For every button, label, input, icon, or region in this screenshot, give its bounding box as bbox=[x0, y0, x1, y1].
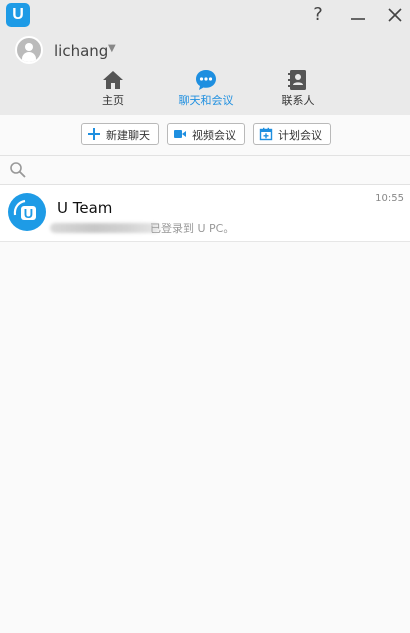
close-button[interactable] bbox=[383, 3, 407, 27]
user-name[interactable]: lichang bbox=[54, 42, 108, 60]
video-meeting-label: 视频会议 bbox=[192, 129, 236, 142]
video-camera-icon bbox=[174, 130, 186, 138]
conversation-list-empty-area bbox=[0, 242, 410, 633]
plus-icon bbox=[88, 128, 100, 140]
svg-text:U: U bbox=[24, 206, 33, 221]
conversation-preview: 已登录到 U PC。 bbox=[150, 222, 235, 235]
nav-home-label: 主页 bbox=[102, 94, 124, 107]
contacts-book-icon bbox=[288, 70, 306, 90]
minimize-button[interactable] bbox=[346, 3, 370, 27]
schedule-meeting-label: 计划会议 bbox=[278, 129, 322, 142]
redacted-text bbox=[50, 223, 160, 233]
nav-home[interactable]: 主页 bbox=[78, 66, 148, 110]
search-bar bbox=[0, 156, 410, 185]
video-meeting-button[interactable]: 视频会议 bbox=[167, 123, 245, 145]
conversation-item[interactable]: U U Team 10:55 已登录到 U PC。 bbox=[0, 185, 410, 242]
home-icon bbox=[103, 71, 123, 89]
new-chat-label: 新建聊天 bbox=[106, 129, 150, 142]
help-button[interactable]: ? bbox=[306, 3, 330, 27]
new-chat-button[interactable]: 新建聊天 bbox=[81, 123, 159, 145]
minimize-icon bbox=[351, 18, 365, 20]
close-icon bbox=[388, 8, 402, 22]
chat-bubble-icon bbox=[196, 70, 216, 90]
conversation-name: U Team bbox=[57, 199, 113, 217]
u-team-avatar-icon: U bbox=[8, 193, 46, 231]
nav-chat[interactable]: 聊天和会议 bbox=[171, 66, 241, 110]
chevron-down-icon[interactable]: ▼ bbox=[108, 43, 116, 54]
search-input[interactable] bbox=[32, 159, 396, 183]
title-bar: U ? bbox=[0, 0, 410, 30]
schedule-meeting-button[interactable]: 计划会议 bbox=[253, 123, 331, 145]
nav-contacts-label: 联系人 bbox=[281, 94, 315, 107]
action-toolbar: 新建聊天 视频会议 计划会议 bbox=[0, 115, 410, 156]
nav-chat-label: 聊天和会议 bbox=[178, 94, 234, 107]
user-avatar[interactable] bbox=[15, 36, 43, 64]
conversation-time: 10:55 bbox=[375, 193, 404, 204]
app-logo-icon: U bbox=[6, 3, 30, 27]
nav-contacts[interactable]: 联系人 bbox=[263, 66, 333, 110]
header: lichang ▼ 主页 聊天和会议 联系人 bbox=[0, 30, 410, 115]
search-icon bbox=[10, 162, 26, 178]
calendar-icon bbox=[259, 127, 273, 141]
